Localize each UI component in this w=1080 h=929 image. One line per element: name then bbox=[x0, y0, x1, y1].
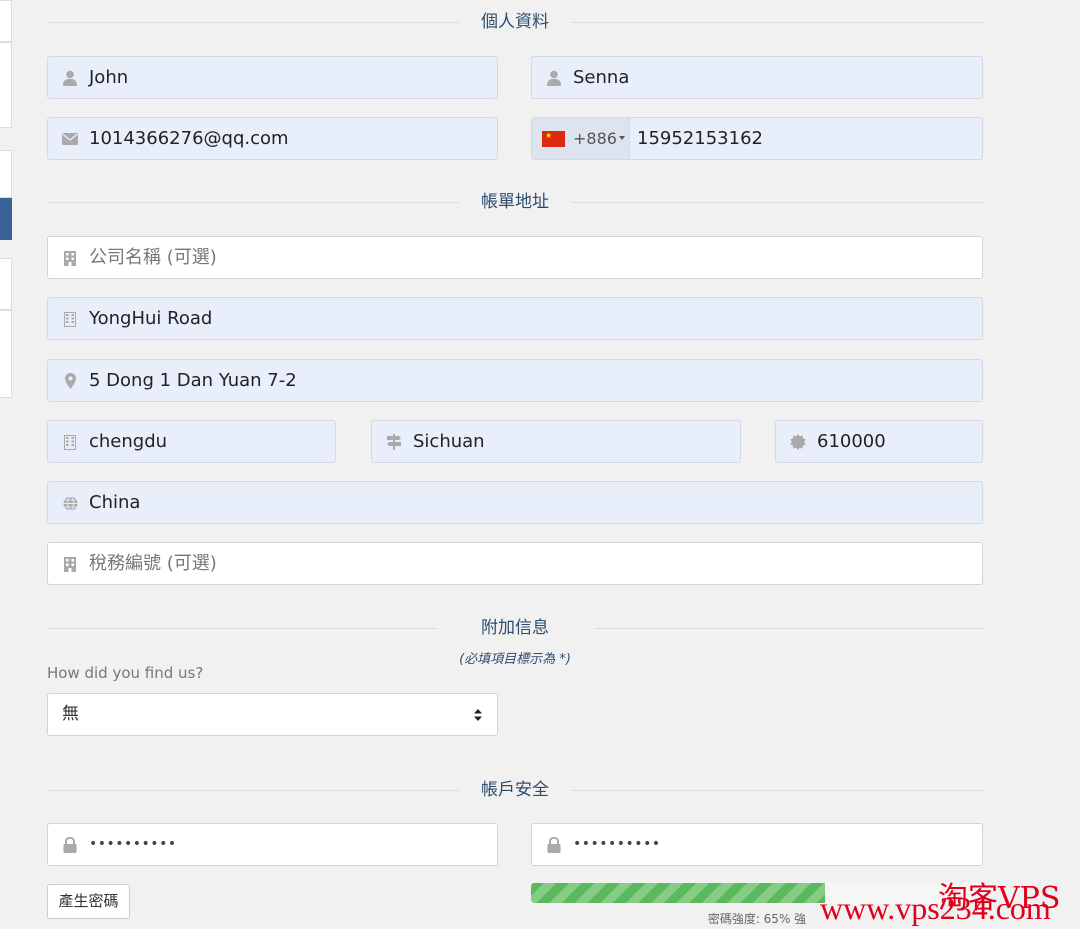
signpost-icon bbox=[386, 433, 402, 451]
phone-number-value: 15952153162 bbox=[637, 128, 763, 149]
sidebar-panel-edge bbox=[0, 42, 12, 128]
how-found-select[interactable]: 無 bbox=[47, 693, 498, 736]
city-value: chengdu bbox=[89, 431, 168, 452]
lock-icon bbox=[546, 836, 562, 854]
globe-icon bbox=[62, 494, 78, 512]
first-name-value: John bbox=[89, 67, 129, 88]
email-field[interactable]: 1014366276@qq.com bbox=[47, 117, 498, 160]
address2-field[interactable]: 5 Dong 1 Dan Yuan 7-2 bbox=[47, 359, 983, 402]
last-name-field[interactable]: Senna bbox=[531, 56, 983, 99]
watermark-url: www.vps234.com bbox=[820, 890, 1051, 926]
caret-down-icon bbox=[619, 136, 625, 140]
sidebar-panel-edge bbox=[0, 150, 12, 198]
sidebar-active-item-edge[interactable] bbox=[0, 198, 12, 240]
section-title-security: 帳戶安全 bbox=[47, 778, 983, 802]
sidebar-panel-edge bbox=[0, 310, 12, 398]
tax-id-field[interactable]: 稅務編號 (可選) bbox=[47, 542, 983, 585]
tax-id-placeholder: 稅務編號 (可選) bbox=[89, 553, 217, 574]
password-value: •••••••••• bbox=[89, 836, 177, 852]
user-icon bbox=[62, 69, 78, 87]
state-field[interactable]: Sichuan bbox=[371, 420, 741, 463]
last-name-value: Senna bbox=[573, 67, 630, 88]
confirm-password-value: •••••••••• bbox=[573, 836, 661, 852]
certificate-icon bbox=[790, 433, 806, 451]
select-arrows-icon bbox=[473, 707, 483, 723]
how-found-value: 無 bbox=[62, 704, 79, 724]
china-flag-icon: ★ bbox=[542, 131, 565, 147]
company-name-field[interactable]: 公司名稱 (可選) bbox=[47, 236, 983, 279]
country-value: China bbox=[89, 492, 141, 513]
envelope-icon bbox=[62, 130, 78, 148]
email-value: 1014366276@qq.com bbox=[89, 128, 289, 149]
first-name-field[interactable]: John bbox=[47, 56, 498, 99]
sidebar-panel-edge bbox=[0, 258, 12, 310]
sidebar-panel-edge bbox=[0, 0, 12, 42]
phone-country-code: +886 bbox=[573, 129, 617, 148]
sidebar-edge bbox=[0, 0, 12, 929]
building-icon bbox=[62, 555, 78, 573]
city-field[interactable]: chengdu bbox=[47, 420, 336, 463]
section-title-additional: 附加信息 bbox=[47, 616, 983, 640]
address1-field[interactable]: YongHui Road bbox=[47, 297, 983, 340]
map-marker-icon bbox=[62, 372, 78, 390]
section-title-personal: 個人資料 bbox=[47, 10, 983, 34]
how-found-label: How did you find us? bbox=[47, 664, 204, 682]
building-icon bbox=[62, 310, 78, 328]
password-field[interactable]: •••••••••• bbox=[47, 823, 498, 866]
state-value: Sichuan bbox=[413, 431, 485, 452]
building-icon bbox=[62, 433, 78, 451]
section-title-billing: 帳單地址 bbox=[47, 190, 983, 214]
password-strength-fill bbox=[531, 883, 825, 903]
address2-value: 5 Dong 1 Dan Yuan 7-2 bbox=[89, 370, 297, 391]
phone-country-selector[interactable]: ★ +886 bbox=[532, 118, 630, 159]
generate-password-button[interactable]: 產生密碼 bbox=[47, 884, 130, 919]
postcode-value: 610000 bbox=[817, 431, 886, 452]
address1-value: YongHui Road bbox=[89, 308, 213, 329]
phone-field[interactable]: ★ +886 15952153162 bbox=[531, 117, 983, 160]
user-icon bbox=[546, 69, 562, 87]
company-name-placeholder: 公司名稱 (可選) bbox=[89, 247, 217, 268]
building-icon bbox=[62, 249, 78, 267]
lock-icon bbox=[62, 836, 78, 854]
postcode-field[interactable]: 610000 bbox=[775, 420, 983, 463]
country-field[interactable]: China bbox=[47, 481, 983, 524]
confirm-password-field[interactable]: •••••••••• bbox=[531, 823, 983, 866]
